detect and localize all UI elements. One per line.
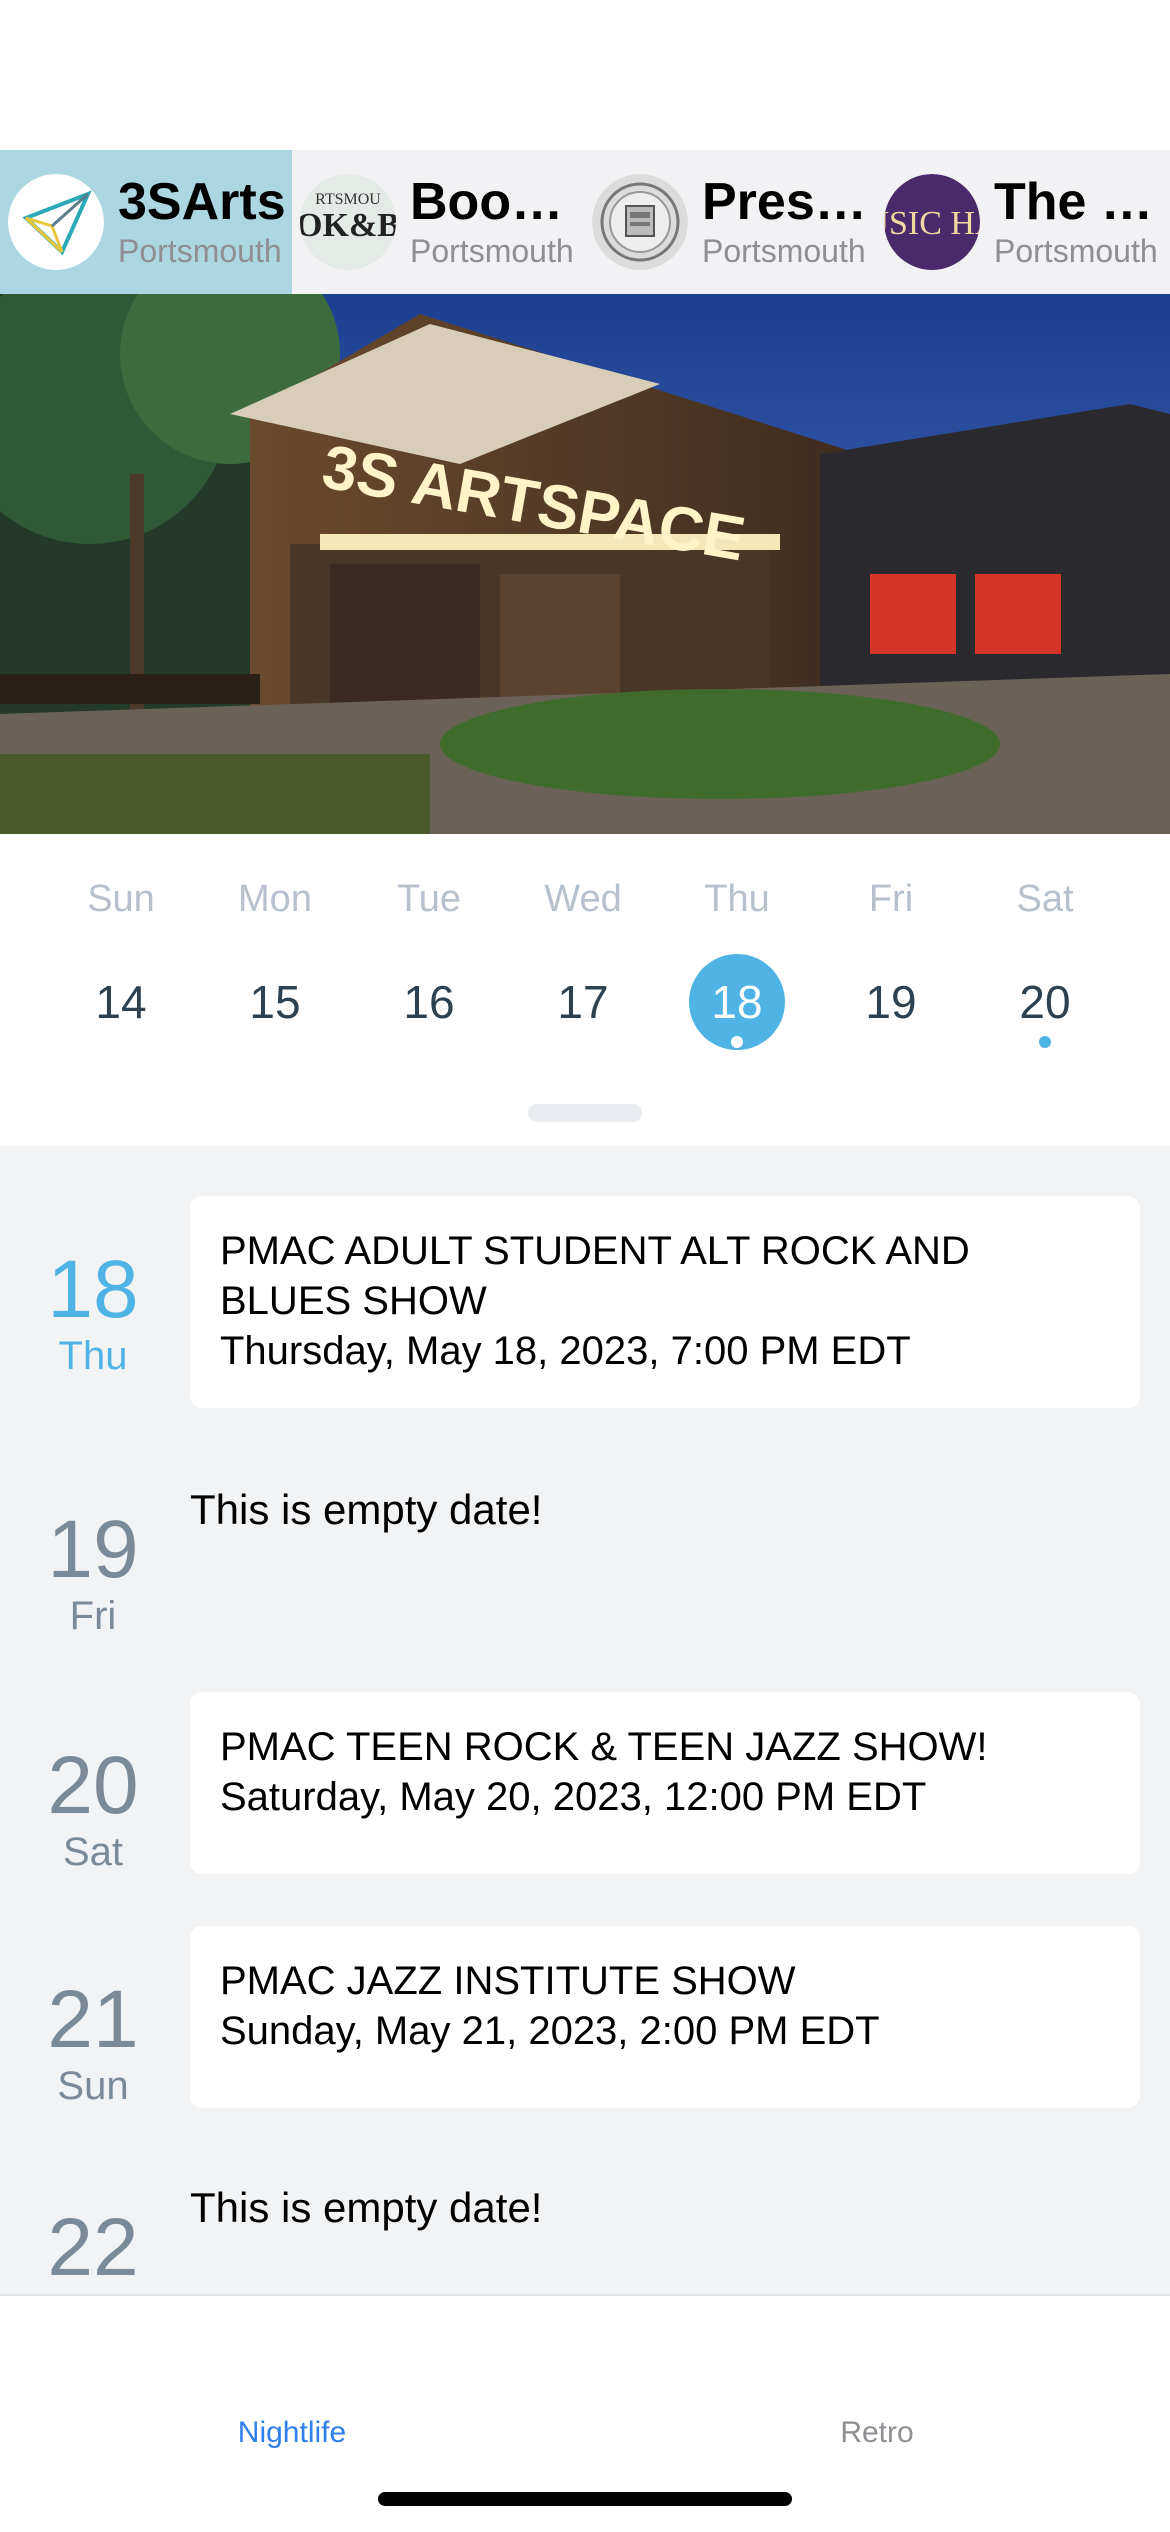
tab-retro[interactable]: Retro [727, 2416, 1027, 2450]
venue-city: Portsmouth [702, 233, 866, 269]
home-indicator[interactable] [378, 2492, 792, 2506]
logo-text: USIC HA [884, 205, 980, 242]
calendar-day-15[interactable]: 15 [198, 954, 352, 1050]
agenda-weekday: Sat [62, 1830, 124, 1874]
logo-text-top: RTSMOU [315, 191, 381, 208]
week-calendar: Sun Mon Tue Wed Thu Fri Sat 14 15 16 17 … [0, 834, 1170, 1146]
calendar-day-16[interactable]: 16 [352, 954, 506, 1050]
event-card[interactable]: PMAC JAZZ INSTITUTE SHOW Sunday, May 21,… [190, 1926, 1140, 2108]
calendar-day-18-selected[interactable]: 18 [660, 954, 814, 1050]
calendar-day-number: 19 [865, 976, 917, 1028]
event-title: PMAC JAZZ INSTITUTE SHOW [220, 1959, 796, 2003]
agenda-date-label: 18 Thu [0, 1244, 186, 1379]
calendar-day-number: 16 [403, 976, 455, 1028]
logo-text-bottom: OK&B [300, 207, 396, 244]
event-dot-icon [731, 1036, 743, 1048]
event-card[interactable]: PMAC TEEN ROCK & TEEN JAZZ SHOW! Saturda… [190, 1692, 1140, 1874]
calendar-day-number: 14 [95, 976, 147, 1028]
agenda-day-number: 19 [47, 1504, 139, 1595]
venue-card-music-hall[interactable]: USIC HA The Music Hall Portsmouth [876, 150, 1168, 294]
calendar-day-17[interactable]: 17 [506, 954, 660, 1050]
weekday-label: Mon [238, 878, 312, 920]
venue-city: Portsmouth [994, 233, 1158, 269]
event-card[interactable]: PMAC ADULT STUDENT ALT ROCK AND BLUES SH… [190, 1196, 1140, 1408]
agenda-weekday: Sun [57, 2064, 129, 2108]
music-hall-logo-icon: USIC HA [884, 174, 980, 270]
venue-photo: 3S ARTSPACE [0, 294, 1170, 834]
weekday-label: Fri [868, 878, 914, 920]
agenda-day-number: 21 [47, 1974, 139, 2065]
agenda-day-number: 22 [47, 2202, 139, 2293]
calendar-day-19[interactable]: 19 [814, 954, 968, 1050]
date-row: 14 15 16 17 18 19 20 [0, 954, 1170, 1050]
agenda-date-label: 22 [0, 2204, 186, 2292]
venue-city: Portsmouth [410, 233, 574, 269]
venue-name: The Music Hall [994, 173, 1168, 231]
calendar-day-20[interactable]: 20 [968, 954, 1122, 1050]
press-room-logo-icon [592, 174, 688, 270]
event-title: PMAC TEEN ROCK & TEEN JAZZ SHOW! [220, 1725, 988, 1769]
calendar-day-number: 15 [249, 976, 301, 1028]
weekday-label: Wed [544, 878, 622, 920]
agenda-date-label: 19 Fri [0, 1504, 186, 1639]
calendar-expand-handle[interactable] [528, 1104, 642, 1122]
agenda-weekday: Fri [69, 1594, 117, 1638]
venue-name: 3SArts [118, 173, 286, 231]
agenda-day-number: 20 [47, 1740, 139, 1831]
event-dot-icon [1039, 1036, 1051, 1048]
weekday-label: Sun [87, 878, 155, 920]
tab-nightlife[interactable]: Nightlife [142, 2416, 442, 2450]
agenda-date-label: 21 Sun [0, 1974, 186, 2109]
book-and-bar-logo-icon: RTSMOU OK&B [300, 174, 396, 270]
agenda-list[interactable]: 18 Thu PMAC ADULT STUDENT ALT ROCK AND B… [0, 1146, 1170, 2294]
venue-card-3sarts[interactable]: 3SArts Portsmouth [0, 150, 292, 294]
venue-card-press-room[interactable]: Press Room Portsmouth [584, 150, 876, 294]
event-datetime: Thursday, May 18, 2023, 7:00 PM EDT [220, 1329, 911, 1373]
event-datetime: Saturday, May 20, 2023, 12:00 PM EDT [220, 1775, 927, 1819]
venue-city: Portsmouth [118, 233, 282, 269]
venue-name: Press Room [702, 173, 876, 231]
paper-plane-logo-icon [8, 174, 104, 270]
agenda-weekday: Thu [58, 1334, 128, 1378]
event-title: PMAC ADULT STUDENT ALT ROCK AND BLUES SH… [220, 1229, 970, 1323]
agenda-day-number: 18 [47, 1244, 139, 1335]
calendar-day-number: 17 [557, 976, 609, 1028]
venue-carousel[interactable]: 3SArts Portsmouth RTSMOU OK&B Book & Bar… [0, 150, 1170, 294]
empty-date-text: This is empty date! [190, 1486, 543, 1533]
empty-date-text: This is empty date! [190, 2184, 543, 2231]
venue-card-book-and-bar[interactable]: RTSMOU OK&B Book & Bar Portsmouth [292, 150, 584, 294]
calendar-day-14[interactable]: 14 [44, 954, 198, 1050]
calendar-day-number: 18 [711, 976, 763, 1028]
calendar-day-number: 20 [1019, 976, 1071, 1028]
event-datetime: Sunday, May 21, 2023, 2:00 PM EDT [220, 2009, 880, 2053]
weekday-label: Tue [396, 878, 462, 920]
venue-name: Book & Bar [410, 173, 584, 231]
weekday-label: Thu [704, 878, 770, 920]
agenda-date-label: 20 Sat [0, 1740, 186, 1875]
weekday-label: Sat [1016, 878, 1074, 920]
weekday-header: Sun Mon Tue Wed Thu Fri Sat [0, 878, 1170, 921]
